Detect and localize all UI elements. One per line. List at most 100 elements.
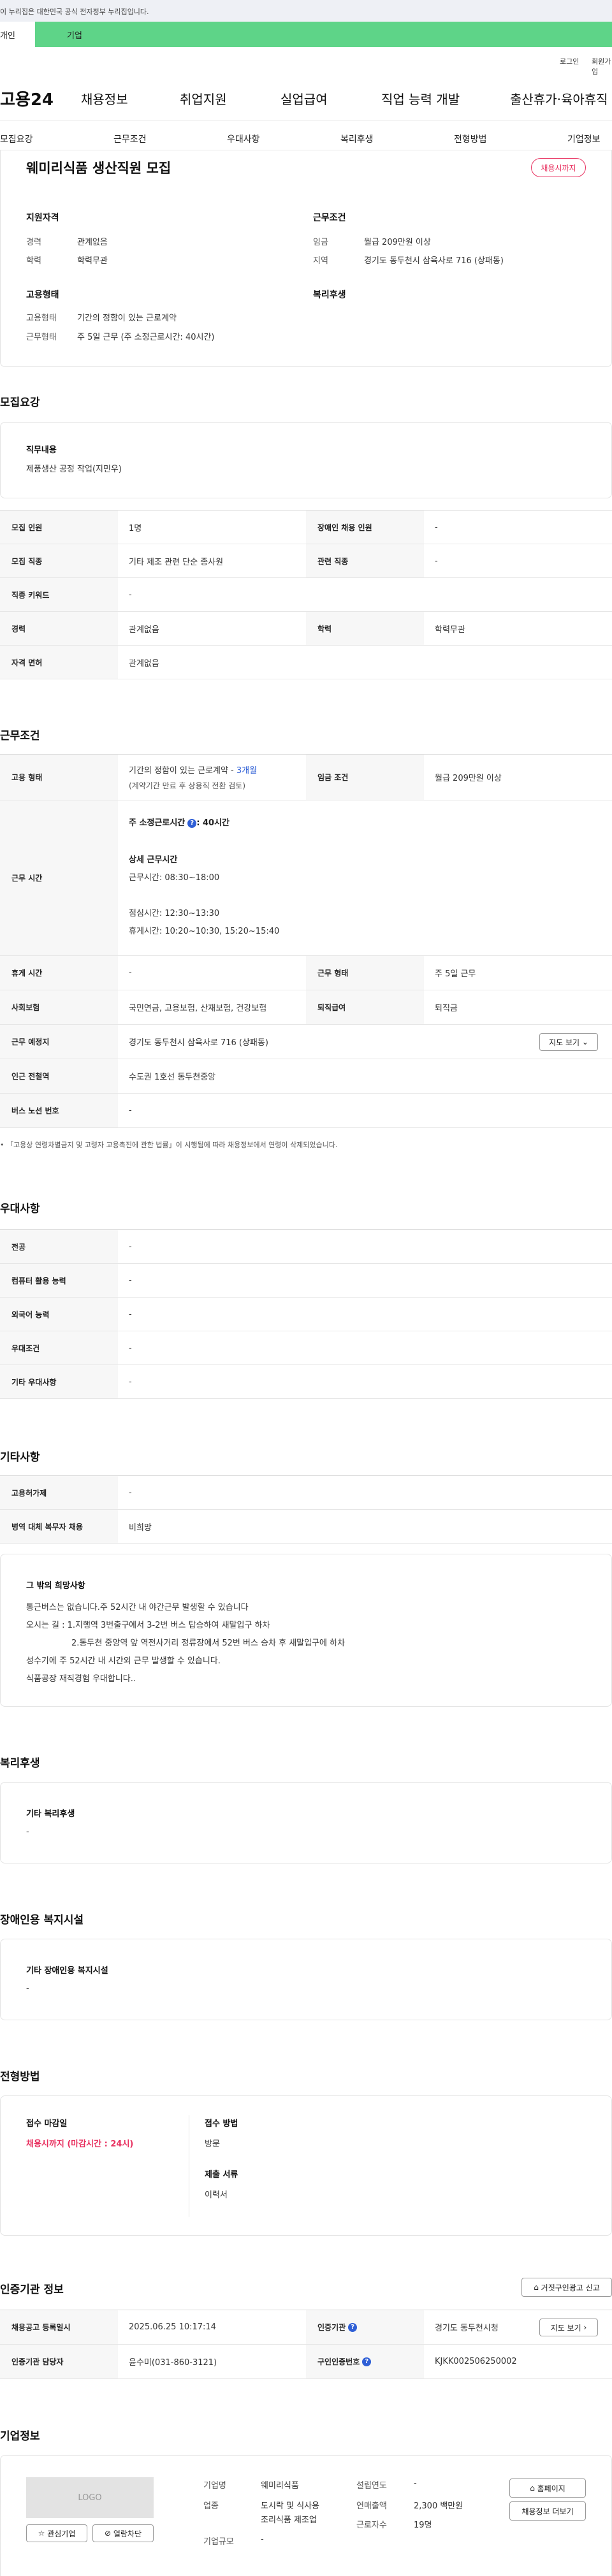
table-row: 병역 대체 복무자 채용 비희망 xyxy=(0,1510,612,1544)
table-cell: 월급 209만원 이상 xyxy=(435,774,502,783)
site-logo[interactable]: 고용24 xyxy=(0,87,54,110)
section-title-selection: 전형방법 xyxy=(0,2071,40,2083)
report-button[interactable]: ⌂ 거짓구인광고 신고 xyxy=(521,2278,612,2297)
map-button[interactable]: 지도 보기 ⌄ xyxy=(539,1033,598,1051)
subnav-selection[interactable]: 전형방법 xyxy=(454,133,487,145)
table-row: 외국어 능력 - xyxy=(0,1298,612,1331)
chevron-right-icon: › xyxy=(583,2323,587,2332)
table-cell: - xyxy=(435,556,438,566)
other-wishes-line: 오시는 길 : 1.지행역 3번출구에서 3-2번 버스 탑승하여 새말입구 하… xyxy=(26,1621,270,1630)
table-cell: - xyxy=(129,590,132,600)
map-button-label: 지도 보기 xyxy=(550,2323,581,2333)
region-label: 지역 xyxy=(313,256,328,266)
subnav-preference[interactable]: 우대사항 xyxy=(227,133,260,145)
table-header: 근무 예정지 xyxy=(0,1025,118,1059)
table-row: 버스 노선 번호 - xyxy=(0,1094,612,1128)
subnav-company[interactable]: 기업정보 xyxy=(567,133,601,145)
gnb-item-training[interactable]: 직업 능력 개발 xyxy=(381,89,460,108)
interest-button-label: 관심기업 xyxy=(47,2529,76,2538)
gnb-item-unemployment[interactable]: 실업급여 xyxy=(280,89,328,108)
table-cell: 관계없음 xyxy=(129,658,159,669)
table-header: 자격 면허 xyxy=(0,646,118,679)
table-header: 경력 xyxy=(0,612,118,645)
table-row: 컴퓨터 활용 능력 - xyxy=(0,1264,612,1298)
report-button-label: 거짓구인광고 신고 xyxy=(541,2283,600,2292)
age-notice: • 「고용상 연령차별금지 및 고령자 고용촉진에 관한 법률」이 시행됨에 따… xyxy=(0,1141,338,1149)
table-cell: 1명 xyxy=(129,523,142,533)
gnb-item-jobs[interactable]: 채용정보 xyxy=(81,89,128,108)
tab-company[interactable]: 기업 xyxy=(35,22,612,47)
table-header: 관련 직종 xyxy=(306,544,424,577)
table-header: 외국어 능력 xyxy=(0,1298,118,1331)
block-button[interactable]: ⊘ 열람차단 xyxy=(92,2524,154,2542)
emp-type-months: 3개월 xyxy=(236,766,258,776)
career-label: 경력 xyxy=(26,238,41,247)
table-row: 인증기관 담당자 윤수미(031-860-3121) 구인인증번호? KJKK0… xyxy=(0,2345,612,2379)
hours-lunch: 점심시간: 12:30~13:30 xyxy=(129,909,220,918)
table-cell: 학력무관 xyxy=(435,625,465,635)
table-row: 모집 직종 기타 제조 관련 단순 종사원 관련 직종 - xyxy=(0,544,612,578)
map-button-label: 지도 보기 xyxy=(549,1038,580,1047)
table-header: 우대조건 xyxy=(0,1331,118,1364)
wage-label: 임금 xyxy=(313,238,328,247)
founded-label: 설립연도 xyxy=(356,2481,387,2491)
gnb-item-parental-leave[interactable]: 출산휴가·육아휴직 xyxy=(510,89,608,108)
industry-label: 업종 xyxy=(203,2501,219,2511)
company-name-value: 웨미리식품 xyxy=(261,2481,299,2491)
map-button[interactable]: 지도 보기 › xyxy=(539,2319,598,2336)
hours-break: 휴게시간: 10:20~10:30, 15:20~15:40 xyxy=(129,927,280,936)
emp-type-label: 고용형태 xyxy=(26,314,57,323)
section-title-certification: 인증기관 정보 xyxy=(0,2283,64,2296)
table-header: 컴퓨터 활용 능력 xyxy=(0,1264,118,1297)
help-icon[interactable]: ? xyxy=(348,2322,358,2332)
join-link[interactable]: 회원가입 xyxy=(592,56,612,76)
section-title-preference: 우대사항 xyxy=(0,1203,40,1215)
wage-value: 월급 209만원 이상 xyxy=(364,238,431,247)
subnav-conditions[interactable]: 근무조건 xyxy=(113,133,147,145)
table-header: 인근 전철역 xyxy=(0,1059,118,1093)
table-cell: 수도권 1호선 동두천중앙 xyxy=(129,1073,216,1082)
subnav-welfare[interactable]: 복리후생 xyxy=(340,133,374,145)
help-icon[interactable]: ? xyxy=(187,818,197,828)
homepage-button[interactable]: ⌂ 홈페이지 xyxy=(509,2478,586,2498)
more-jobs-button[interactable]: 채용정보 더보기 xyxy=(509,2501,586,2521)
table-header: 병역 대체 복무자 채용 xyxy=(0,1510,118,1543)
emp-type-text: 기간의 정함이 있는 근로계약 - xyxy=(129,766,237,776)
section-title-company: 기업정보 xyxy=(0,2430,40,2443)
table-cell: 퇴직금 xyxy=(435,1004,458,1013)
gnb-item-employment[interactable]: 취업지원 xyxy=(180,89,227,108)
table-row: 경력 관계없음 학력 학력무관 xyxy=(0,612,612,646)
interest-button[interactable]: ☆ 관심기업 xyxy=(26,2524,87,2542)
table-header: 인증기관 담당자 xyxy=(0,2345,118,2378)
subnav-recruit[interactable]: 모집요강 xyxy=(0,133,33,145)
qual-title: 지원자격 xyxy=(26,213,59,223)
hours-detail-title: 상세 근무시간 xyxy=(129,855,178,865)
section-title-recruit: 모집요강 xyxy=(0,396,40,409)
login-link[interactable]: 로그인 xyxy=(560,56,579,66)
table-cell: - xyxy=(129,1487,132,1498)
tab-person[interactable]: 개인 xyxy=(0,22,35,47)
section-title-conditions: 근무조건 xyxy=(0,730,40,742)
docs-value: 이력서 xyxy=(205,2190,228,2200)
table-cell: 경기도 동두천시청 xyxy=(435,2324,499,2333)
org-label: 인증기관 xyxy=(317,2323,346,2332)
deadline-label: 접수 마감일 xyxy=(26,2119,68,2129)
other-wishes-line: 식품공장 재직경험 우대합니다.. xyxy=(26,1674,136,1684)
table-cell: - xyxy=(129,1377,132,1387)
table-header: 학력 xyxy=(306,612,424,645)
size-value: - xyxy=(261,2535,264,2544)
block-button-label: 열람차단 xyxy=(113,2529,142,2538)
status-badge: 채용시까지 xyxy=(531,158,586,177)
table-cell: - xyxy=(129,968,132,978)
table-cell: 기타 제조 관련 단순 종사원 xyxy=(129,557,224,567)
table-header: 고용허가제 xyxy=(0,1476,118,1509)
size-label: 기업규모 xyxy=(203,2537,234,2547)
disability-card: 기타 장애인용 복지시설 - xyxy=(0,1939,612,2020)
table-cell: 주 5일 근무 xyxy=(435,969,476,979)
table-cell: - xyxy=(129,1275,132,1285)
help-icon[interactable]: ? xyxy=(362,2357,372,2366)
other-wishes-line: 통근버스는 없습니다.주 52시간 내 야간근무 발생할 수 있습니다 xyxy=(26,1603,249,1612)
table-header: 근무 시간 xyxy=(0,800,118,955)
table-header: 구인인증번호? xyxy=(306,2345,424,2378)
summary-card: 웨미리식품 생산직원 모집 채용시까지 지원자격 경력 관계없음 학력 학력무관… xyxy=(0,150,612,367)
